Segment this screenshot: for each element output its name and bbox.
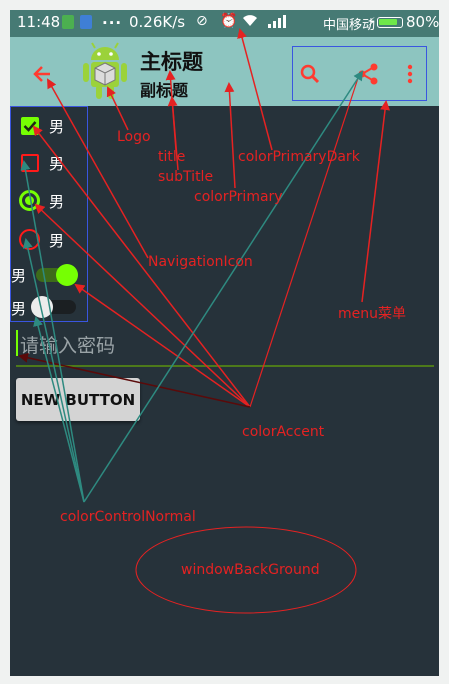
android-logo-icon — [83, 42, 127, 99]
charging-icon: ⚡ — [367, 15, 376, 29]
status-bar: 11:48 ... 0.26K/s ⊘ ⏰ 中国移动 ⚡ 80% — [10, 10, 439, 37]
app-notification-icon — [80, 15, 92, 29]
radio-2[interactable] — [19, 229, 40, 250]
vibrate-off-icon: ⊘ — [196, 13, 208, 29]
toolbar-title: 主标题 — [140, 50, 203, 74]
radio-1-label: 男 — [49, 193, 65, 211]
password-underline — [16, 365, 434, 367]
search-icon[interactable] — [298, 62, 322, 86]
switch-1-thumb — [56, 264, 78, 286]
text-cursor — [16, 330, 18, 356]
arrow-back-icon[interactable] — [30, 62, 54, 86]
battery-icon — [377, 17, 403, 28]
checkbox-2[interactable] — [21, 154, 39, 172]
network-speed: 0.26K/s — [129, 13, 186, 31]
radio-1[interactable] — [19, 190, 40, 211]
checkbox-1[interactable] — [21, 117, 39, 135]
checkbox-1-label: 男 — [49, 118, 65, 136]
battery-percent: 80% — [406, 13, 439, 31]
signal-icon — [268, 15, 286, 32]
wifi-icon — [242, 13, 258, 31]
password-placeholder: 请输入密码 — [20, 335, 116, 357]
alarm-icon: ⏰ — [220, 13, 238, 29]
switch-2-label: 男 — [11, 300, 27, 318]
new-button[interactable]: NEW BUTTON — [16, 378, 140, 421]
battery-level — [379, 19, 397, 25]
more-notifications-indicator: ... — [102, 10, 123, 28]
status-time: 11:48 — [17, 13, 61, 31]
checkbox-2-label: 男 — [49, 155, 65, 173]
share-icon[interactable] — [356, 62, 380, 86]
switch-1-label: 男 — [11, 267, 27, 285]
phone-screen: 11:48 ... 0.26K/s ⊘ ⏰ 中国移动 ⚡ 80% 主标题 副标题… — [10, 10, 439, 676]
widgets-highlight-box — [10, 106, 88, 322]
check-icon — [23, 121, 37, 132]
shield-notification-icon — [62, 15, 74, 29]
switch-2-thumb — [31, 296, 53, 318]
radio-2-label: 男 — [49, 232, 65, 250]
toolbar-subtitle: 副标题 — [140, 81, 189, 100]
toolbar: 主标题 副标题 — [10, 37, 439, 106]
more-vertical-icon[interactable] — [398, 62, 422, 86]
